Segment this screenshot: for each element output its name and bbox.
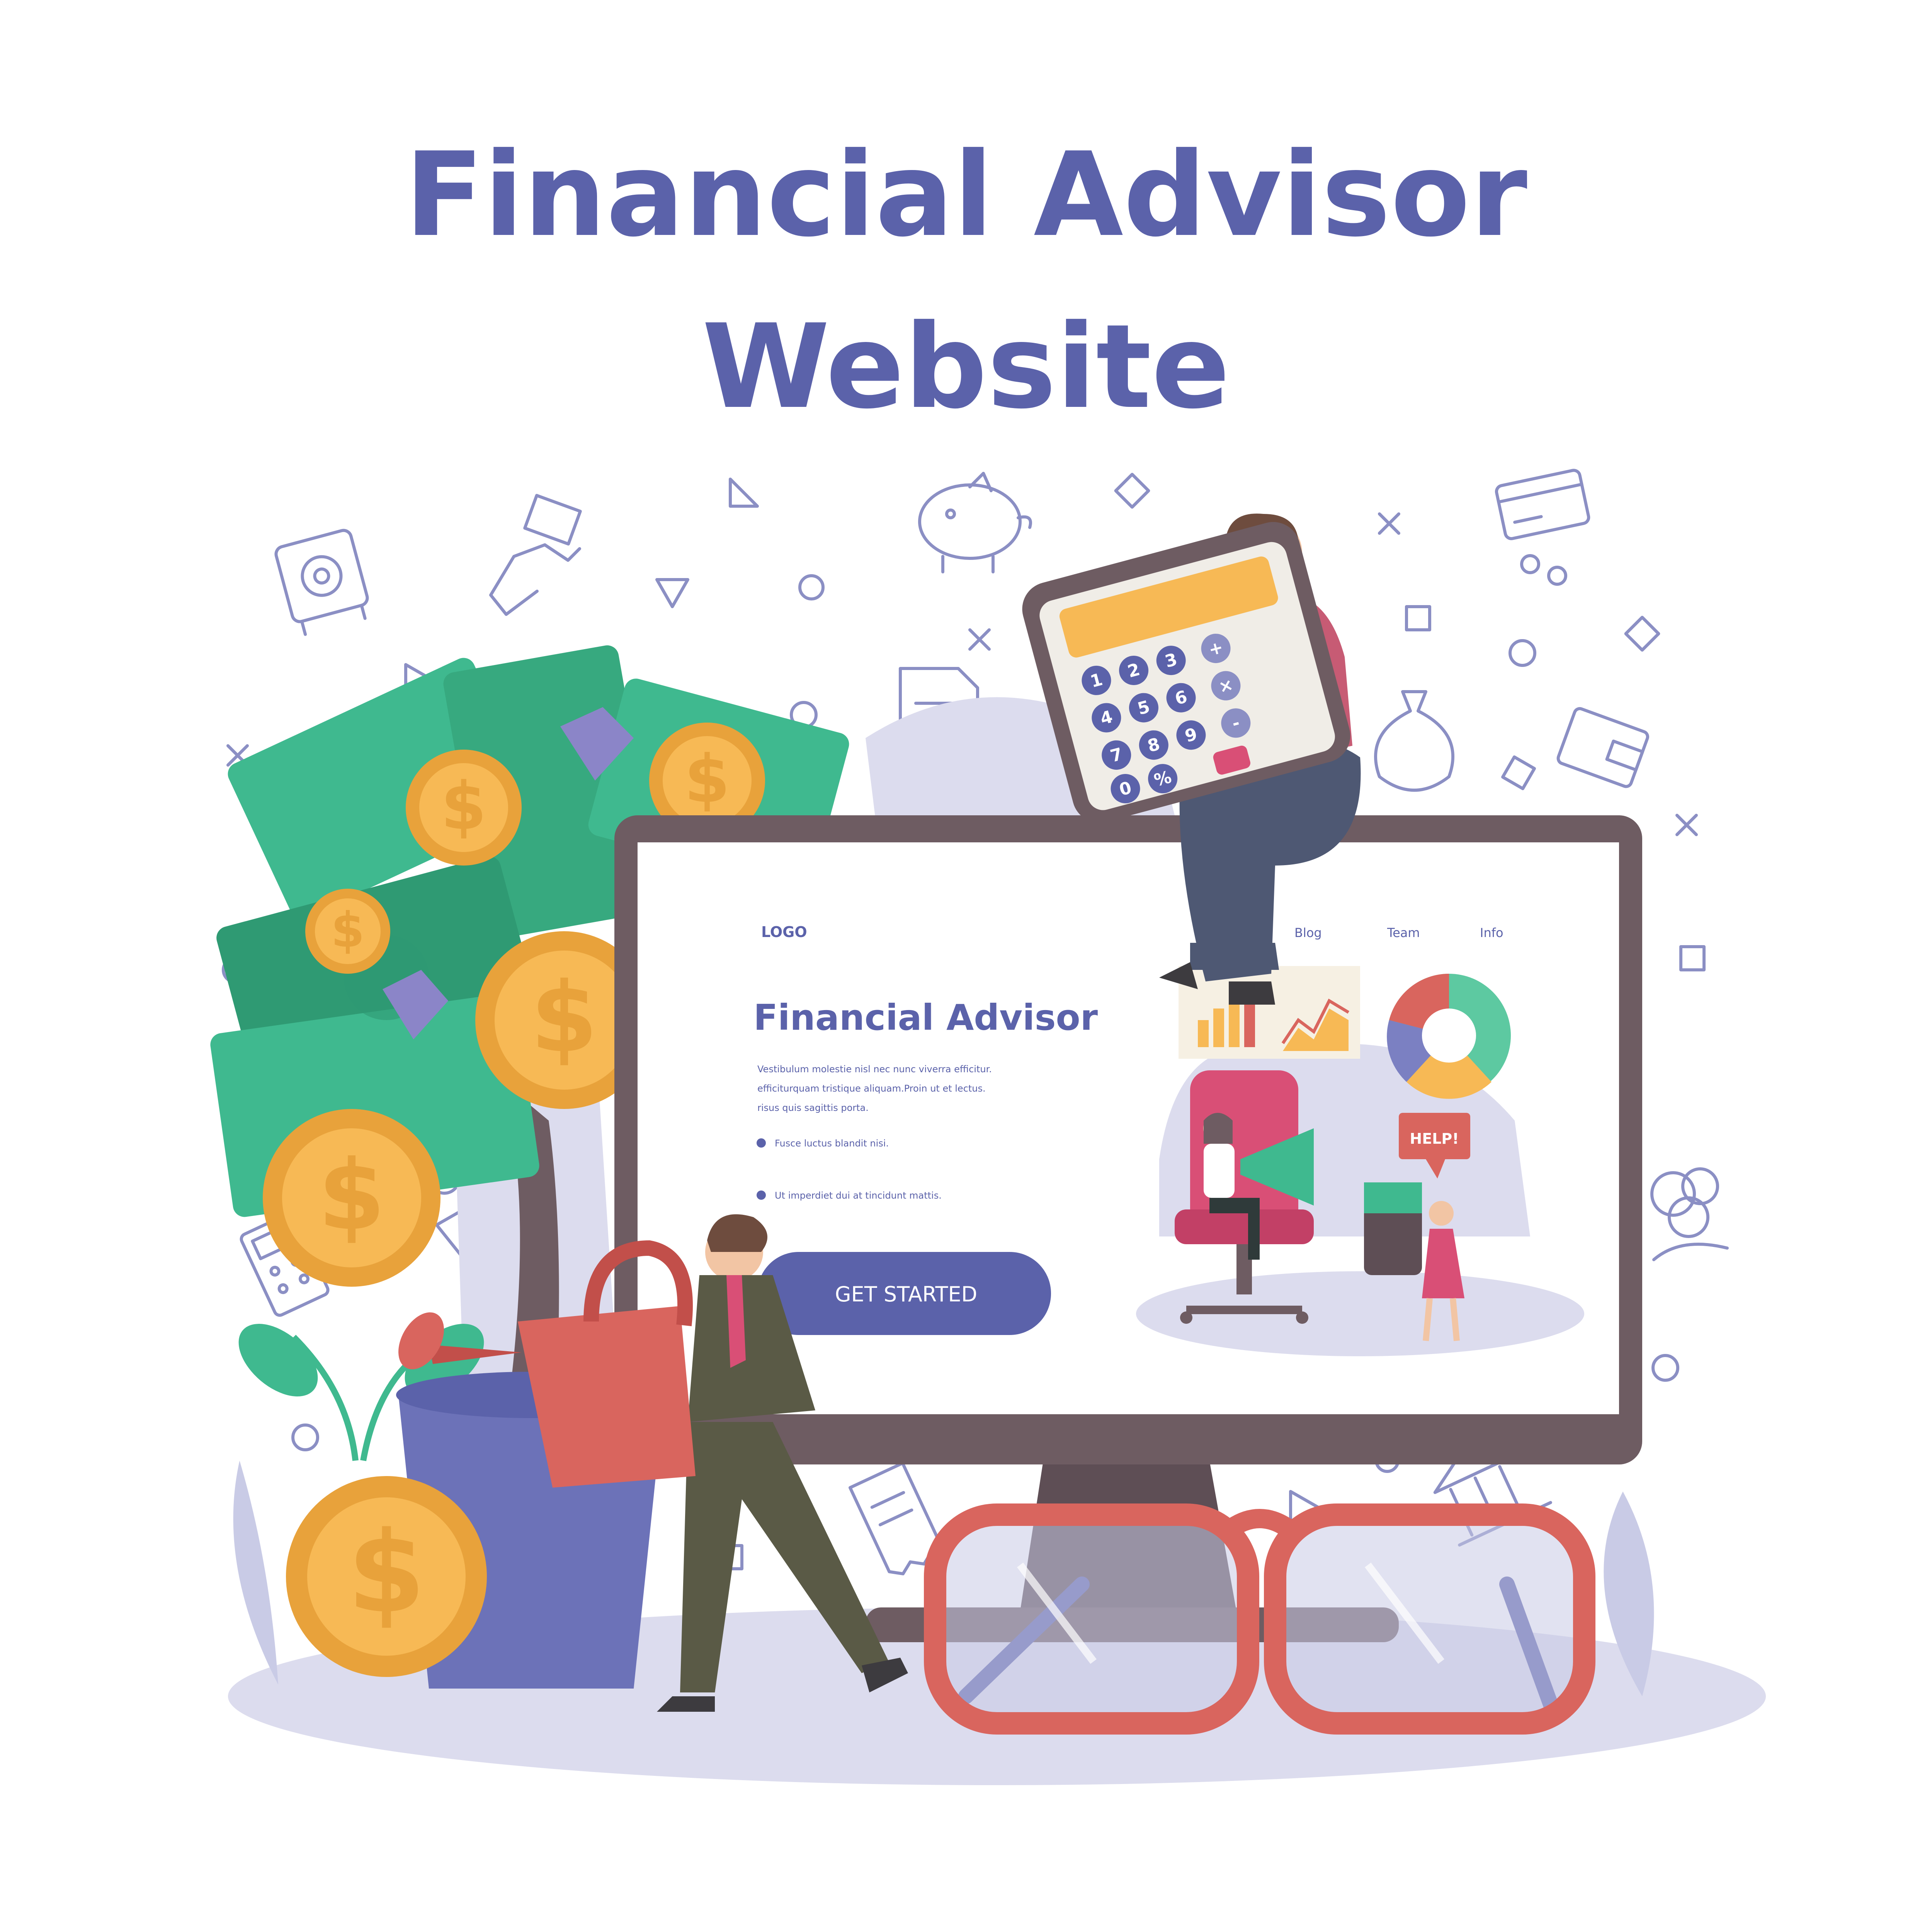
svg-text:$: $ [347, 1508, 425, 1638]
svg-text:$: $ [331, 902, 365, 958]
site-bullet-2: Ut imperdiet dui at tincidunt mattis. [775, 1190, 942, 1201]
illustration: $ $ $ $ $ $ LOGO Blog Team Info Financia… [210, 469, 1766, 1785]
site-bullet-1: Fusce luctus blandit nisi. [775, 1138, 889, 1149]
site-body-line-1: Vestibulum molestie nisl nec nunc viverr… [757, 1064, 992, 1075]
piggy-bank-icon [918, 472, 1032, 573]
site-body-line-3: risus quis sagittis porta. [757, 1102, 869, 1113]
coin: $ [263, 1109, 440, 1287]
coin: $ [305, 889, 390, 974]
plant-leaf [233, 1461, 278, 1685]
coin: $ [406, 750, 522, 866]
hand-money-icon [489, 494, 582, 616]
chart-icon [1650, 1167, 1729, 1261]
help-text: HELP! [1410, 1130, 1459, 1147]
site-body-line-2: efficiturquam tristique aliquam.Proin ut… [757, 1083, 986, 1094]
nav-info[interactable]: Info [1480, 925, 1503, 940]
credit-card-icon [1495, 469, 1590, 540]
poster: Financial Advisor Website $ $ $ $ $ $ LO… [0, 0, 1932, 1932]
bullet-dot [757, 1138, 766, 1148]
svg-text:$: $ [318, 1139, 385, 1252]
nav-team[interactable]: Team [1387, 925, 1420, 940]
svg-text:$: $ [684, 741, 730, 818]
safe-icon [274, 529, 369, 636]
coin: $ [286, 1476, 487, 1677]
site-logo[interactable]: LOGO [761, 923, 807, 940]
svg-text:$: $ [531, 961, 598, 1074]
money-bag-icon [1374, 690, 1454, 792]
bullet-dot [757, 1190, 766, 1200]
nav-blog[interactable]: Blog [1294, 925, 1322, 940]
site-heading: Financial Advisor [753, 997, 1098, 1038]
svg-text:$: $ [441, 768, 486, 845]
get-started-label[interactable]: GET STARTED [835, 1282, 977, 1306]
wallet-icon [1556, 707, 1649, 788]
get-started-button[interactable]: GET STARTED [757, 1252, 1051, 1335]
